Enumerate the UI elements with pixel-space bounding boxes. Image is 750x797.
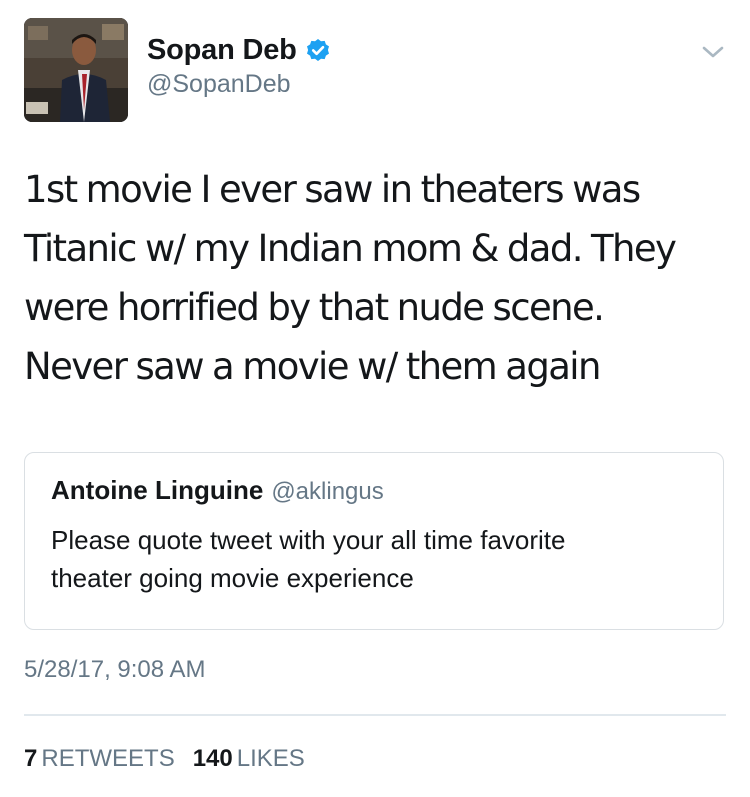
- likes-stat[interactable]: 140 LIKES: [193, 745, 305, 772]
- tweet-text-line: were horrified by that nude scene.: [24, 286, 605, 329]
- tweet-text: 1st movie I ever saw in theaters was Tit…: [24, 160, 724, 396]
- tweet-card: Sopan Deb @SopanDeb 1st movie I ever saw…: [0, 0, 750, 797]
- likes-count: 140: [192, 745, 233, 772]
- tweet-timestamp[interactable]: 5/28/17, 9:08 AM: [24, 656, 205, 684]
- tweet-text-line: 1st movie I ever saw in theaters was: [24, 168, 641, 211]
- tweet-text-line: Titanic w/ my Indian mom & dad. They: [24, 227, 677, 270]
- author-info: Sopan Deb @SopanDeb: [147, 28, 331, 99]
- divider: [24, 714, 726, 716]
- chevron-down-icon[interactable]: [700, 42, 726, 62]
- quoted-author-name: Antoine Linguine: [51, 475, 264, 505]
- quoted-tweet-header: Antoine Linguine @aklingus: [51, 475, 384, 506]
- retweets-stat[interactable]: 7 RETWEETS: [24, 745, 175, 772]
- tweet-text-line: Never saw a movie w/ them again: [24, 345, 601, 388]
- profile-photo-icon: [24, 18, 128, 122]
- quoted-tweet[interactable]: Antoine Linguine @aklingus Please quote t…: [24, 452, 724, 630]
- author-handle[interactable]: @SopanDeb: [147, 70, 331, 99]
- author-avatar[interactable]: [24, 18, 128, 122]
- author-display-name[interactable]: Sopan Deb: [147, 34, 297, 67]
- quoted-tweet-text: Please quote tweet with your all time fa…: [51, 521, 711, 597]
- retweets-count: 7: [24, 745, 38, 772]
- verified-badge-icon: [305, 38, 331, 64]
- display-name-row: Sopan Deb: [147, 28, 331, 72]
- retweets-label: RETWEETS: [41, 745, 175, 772]
- tweet-stats: 7 RETWEETS 140 LIKES: [24, 745, 305, 773]
- quoted-author-handle: @aklingus: [271, 478, 384, 505]
- quoted-text-line: Please quote tweet with your all time fa…: [51, 525, 566, 555]
- quoted-text-line: theater going movie experience: [51, 563, 414, 593]
- likes-label: LIKES: [236, 745, 305, 772]
